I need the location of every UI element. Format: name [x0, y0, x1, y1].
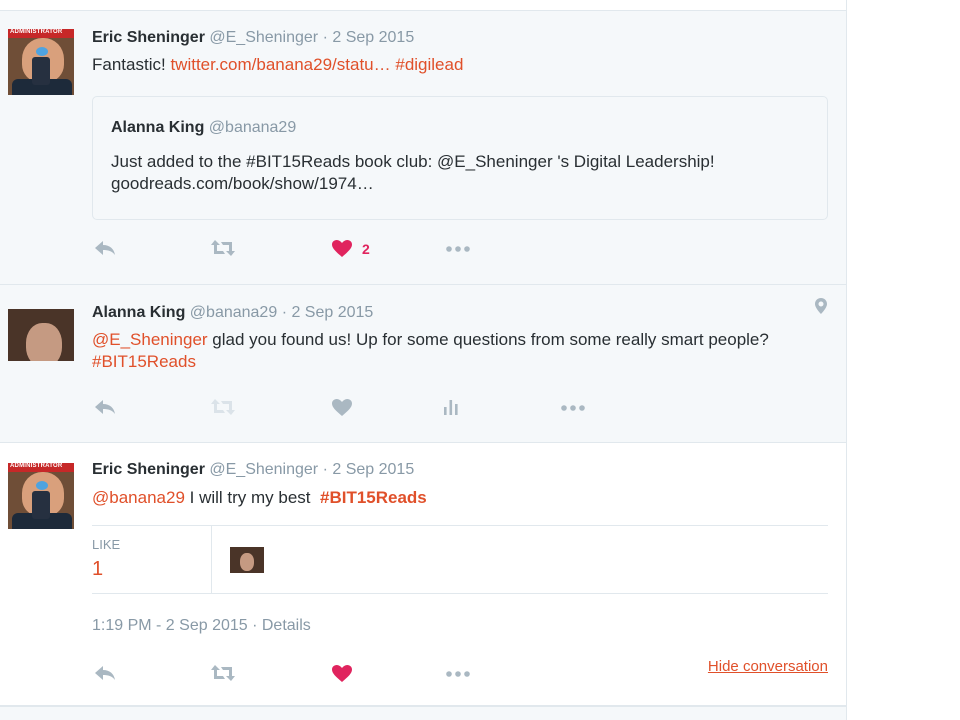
stats-divider-top — [92, 525, 828, 526]
avatar-banner-text: ADMINISTRATOR — [10, 463, 63, 469]
avatar-eric-sheninger[interactable]: ADMINISTRATOR — [8, 29, 74, 95]
tweet-header: Alanna King @banana29 · 2 Sep 2015 — [92, 304, 373, 322]
avatar-alanna-king[interactable] — [8, 309, 74, 361]
tweet-eric-fantastic[interactable]: ADMINISTRATOR Eric Sheninger @E_Sheninge… — [0, 10, 846, 285]
mention-banana29[interactable]: @banana29 — [92, 488, 185, 507]
tweet-text-body: glad you found us! Up for some questions… — [207, 330, 769, 349]
quoted-tweet[interactable]: Alanna King @banana29 Just added to the … — [92, 96, 828, 220]
quoted-author-name: Alanna King — [111, 119, 205, 136]
tweet-eric-permalink[interactable]: ADMINISTRATOR Eric Sheninger @E_Sheninge… — [0, 443, 846, 706]
location-button[interactable] — [814, 297, 828, 315]
more-button[interactable] — [560, 404, 586, 412]
quoted-tweet-text: Just added to the #BIT15Reads book club:… — [111, 152, 715, 193]
author-name[interactable]: Eric Sheninger — [92, 29, 205, 46]
retweet-button[interactable] — [210, 239, 236, 257]
tweet-header: Eric Sheninger @E_Sheninger · 2 Sep 2015 — [92, 461, 414, 479]
retweet-icon — [211, 240, 235, 256]
more-button[interactable] — [445, 670, 471, 678]
quoted-author-handle: @banana29 — [208, 119, 297, 136]
mention-e-sheninger[interactable]: @E_Sheninger — [92, 330, 208, 349]
tweet-date[interactable]: · 2 Sep 2015 — [323, 461, 415, 478]
analytics-button[interactable] — [442, 398, 460, 416]
heart-icon — [332, 399, 352, 416]
retweet-icon — [211, 665, 235, 681]
retweet-button-disabled — [210, 398, 236, 416]
retweet-button[interactable] — [210, 664, 236, 682]
stats-divider-vertical — [211, 526, 212, 593]
reply-icon — [95, 400, 115, 414]
tweet-text: Fantastic! twitter.com/banana29/statu… #… — [92, 54, 463, 76]
location-pin-icon — [815, 298, 827, 314]
more-icon — [561, 405, 585, 411]
liker-avatar[interactable] — [230, 547, 264, 573]
hashtag-digilead[interactable]: #digilead — [395, 55, 463, 74]
tweet-header: Eric Sheninger @E_Sheninger · 2 Sep 2015 — [92, 29, 414, 47]
like-stat-label: LIKE — [92, 537, 121, 552]
like-count: 2 — [362, 240, 370, 257]
hashtag-bit15reads[interactable]: #BIT15Reads — [320, 488, 427, 507]
reply-icon — [95, 241, 115, 255]
tweet-alanna-reply[interactable]: Alanna King @banana29 · 2 Sep 2015 @E_Sh… — [0, 285, 846, 443]
author-handle[interactable]: @E_Sheninger — [209, 29, 318, 46]
quoted-tweet-header: Alanna King @banana29 — [111, 119, 296, 137]
more-button[interactable] — [445, 245, 471, 253]
author-handle[interactable]: @banana29 — [190, 304, 277, 321]
tweet-text: @E_Sheninger glad you found us! Up for s… — [92, 329, 802, 373]
reply-button[interactable] — [94, 664, 116, 682]
next-tweet-partial[interactable] — [0, 706, 846, 720]
tweet-date[interactable]: · 2 Sep 2015 — [323, 29, 415, 46]
author-name[interactable]: Eric Sheninger — [92, 461, 205, 478]
status-link[interactable]: twitter.com/banana29/statu… — [170, 55, 390, 74]
conversation-timeline: ADMINISTRATOR Eric Sheninger @E_Sheninge… — [0, 0, 847, 720]
hide-conversation-link[interactable]: Hide conversation — [708, 658, 828, 675]
like-button[interactable]: 2 — [331, 239, 370, 258]
tweet-text-body: I will try my best — [184, 488, 320, 507]
heart-icon — [332, 240, 352, 257]
analytics-icon — [444, 400, 458, 415]
author-name[interactable]: Alanna King — [92, 304, 185, 321]
avatar-banner-text: ADMINISTRATOR — [10, 29, 63, 35]
like-button[interactable] — [331, 398, 353, 417]
retweet-icon — [211, 399, 235, 415]
stats-divider-bottom — [92, 593, 828, 594]
more-icon — [446, 671, 470, 677]
tweet-date[interactable]: · 2 Sep 2015 — [282, 304, 374, 321]
heart-icon — [332, 665, 352, 682]
avatar-eric-sheninger[interactable]: ADMINISTRATOR — [8, 463, 74, 529]
author-handle[interactable]: @E_Sheninger — [209, 461, 318, 478]
tweet-text-prefix: Fantastic! — [92, 55, 166, 74]
reply-button[interactable] — [94, 398, 116, 416]
tweet-text: @banana29 I will try my best #BIT15Reads — [92, 487, 427, 509]
like-stat-value[interactable]: 1 — [92, 558, 103, 581]
reply-icon — [95, 666, 115, 680]
hashtag-bit15reads[interactable]: #BIT15Reads — [92, 352, 196, 371]
more-icon — [446, 246, 470, 252]
tweet-timestamp[interactable]: 1:19 PM - 2 Sep 2015 · Details — [92, 617, 311, 635]
reply-button[interactable] — [94, 239, 116, 257]
like-button[interactable] — [331, 664, 353, 683]
